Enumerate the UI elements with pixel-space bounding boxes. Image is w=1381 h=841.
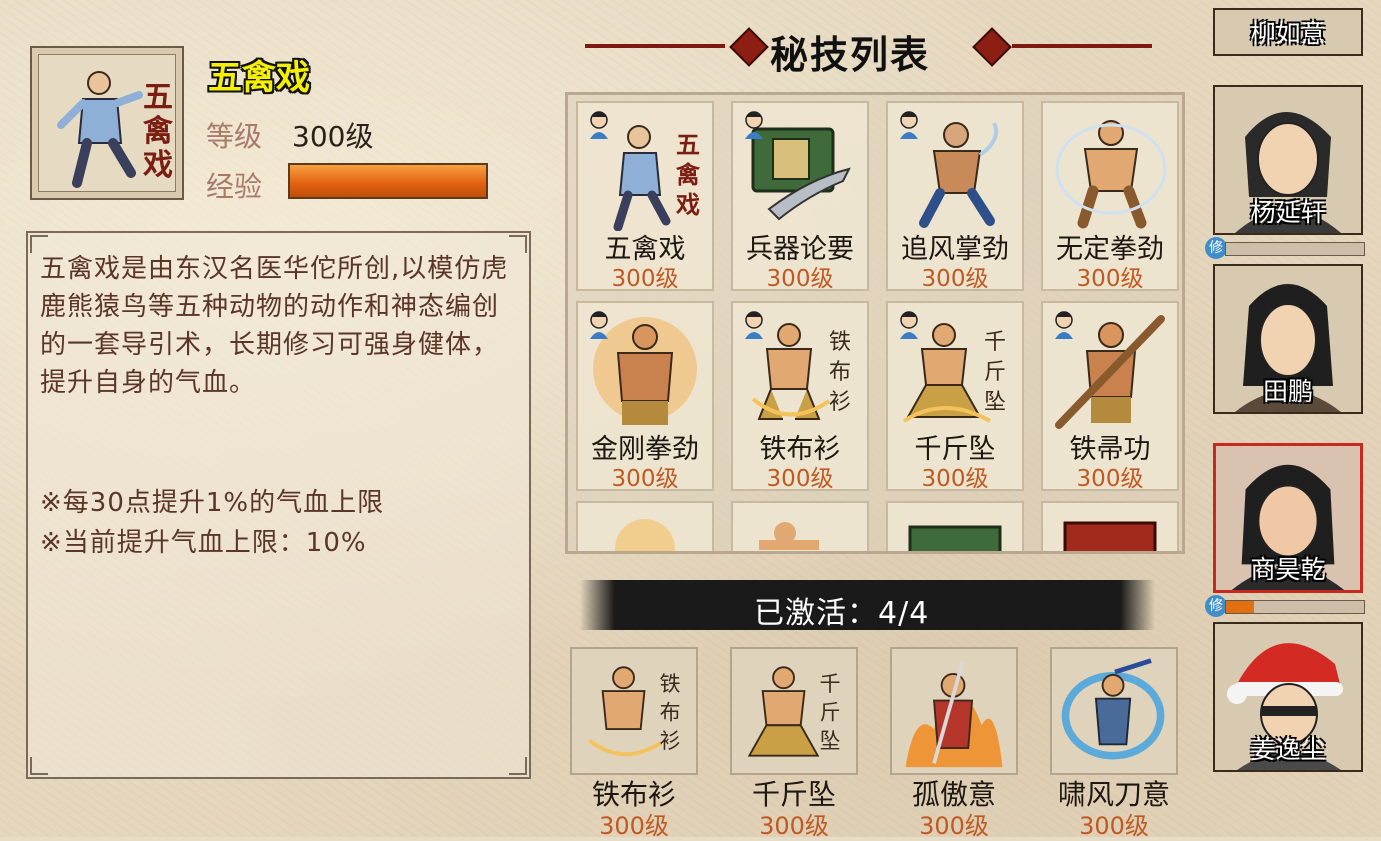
activated-skill-level: 300级 <box>919 812 989 840</box>
svg-text:布: 布 <box>660 701 681 725</box>
cultivation-icon: 修 <box>1205 595 1227 617</box>
skill-card-level: 300级 <box>1076 466 1144 492</box>
skill-card-level: 300级 <box>611 266 679 292</box>
roster-character[interactable]: 柳如意 <box>1213 8 1363 56</box>
disciple-badge-icon <box>745 311 763 339</box>
activated-skill-slot[interactable]: 千 斤 坠 <box>730 647 858 775</box>
character-name: 杨延轩 <box>1250 198 1326 227</box>
activated-skill-slot[interactable] <box>890 647 1018 775</box>
skill-card[interactable]: 铁帚功 300级 <box>1041 301 1179 492</box>
exp-label: 经验 <box>206 170 263 203</box>
skill-card[interactable]: 追风掌劲 300级 <box>886 101 1024 292</box>
skill-card[interactable]: 千 斤 坠 千斤坠 300级 <box>886 301 1024 492</box>
skill-card-partial[interactable] <box>1041 501 1179 551</box>
title-ornament-right <box>1012 44 1152 48</box>
character-name: 田鹏 <box>1262 377 1313 406</box>
iron-shirt-fighter-icon: 铁 布 衫 <box>588 666 681 757</box>
svg-text:禽: 禽 <box>142 114 174 149</box>
svg-text:五: 五 <box>143 80 173 115</box>
level-label: 等级 <box>206 120 263 153</box>
svg-text:斤: 斤 <box>820 701 841 725</box>
glowing-fighter-icon <box>615 519 675 551</box>
roster-character[interactable]: 田鹏 <box>1213 264 1363 414</box>
skill-card-level: 300级 <box>1076 266 1144 292</box>
skill-description: 五禽戏是由东汉名医华佗所创,以模仿虎鹿熊猿鸟等五种动物的动作和神态编创的一套导引… <box>40 254 509 398</box>
red-manual-book-icon <box>1063 521 1157 551</box>
skill-card[interactable]: 兵器论要 300级 <box>731 101 869 292</box>
thousand-jin-fighter-icon: 千 斤 坠 <box>747 666 841 757</box>
manual-book-icon <box>908 525 1002 551</box>
character-name: 柳如意 <box>1250 19 1326 48</box>
svg-text:衫: 衫 <box>829 390 851 415</box>
svg-text:禽: 禽 <box>675 160 701 189</box>
activated-skill-slot[interactable] <box>1050 647 1178 775</box>
activated-skill-level: 300级 <box>759 812 829 840</box>
skill-card-level: 300级 <box>766 466 834 492</box>
activated-skill-level: 300级 <box>599 812 669 840</box>
activated-skill-level: 300级 <box>1079 812 1149 840</box>
svg-text:衫: 衫 <box>660 729 681 753</box>
cultivation-icon: 修 <box>1205 237 1227 259</box>
svg-text:铁: 铁 <box>829 330 851 355</box>
note-per-30: ※每30点提升1%的气血上限 <box>40 488 385 518</box>
svg-text:戏: 戏 <box>675 190 700 219</box>
activated-skill-slot[interactable]: 铁 布 衫 <box>570 647 698 775</box>
roster-character-selected[interactable]: 商昊乾 <box>1213 443 1363 593</box>
skill-card-level: 300级 <box>766 266 834 292</box>
svg-text:斤: 斤 <box>984 360 1006 385</box>
note-current-bonus: ※当前提升气血上限：10% <box>40 528 367 558</box>
skill-card-partial[interactable] <box>731 501 869 551</box>
roster-character[interactable]: 姜逸尘 <box>1213 622 1363 772</box>
svg-text:坠: 坠 <box>984 390 1006 415</box>
disciple-badge-icon <box>900 111 918 139</box>
skill-card-level: 300级 <box>921 466 989 492</box>
svg-text:千: 千 <box>820 672 841 696</box>
fighter-icon <box>759 522 819 550</box>
disciple-badge-icon <box>745 111 763 139</box>
skill-card[interactable]: 金刚拳劲 300级 <box>576 301 714 492</box>
wind-blade-swordsman-icon <box>1061 658 1165 760</box>
skill-card[interactable]: 无定拳劲 300级 <box>1041 101 1179 292</box>
cultivation-bar: 修 <box>1205 237 1365 259</box>
skill-list-title: 秘技列表 <box>770 33 931 77</box>
skill-card[interactable]: 铁 布 衫 铁布衫 300级 <box>731 301 869 492</box>
character-name: 姜逸尘 <box>1250 735 1326 764</box>
disciple-badge-icon <box>1055 311 1073 339</box>
exp-bar <box>288 163 488 199</box>
skill-card-level: 300级 <box>921 266 989 292</box>
activated-count: 已激活：4/4 <box>754 596 930 631</box>
svg-text:坠: 坠 <box>820 729 841 753</box>
skill-card[interactable]: 五 禽 戏 五禽戏 300级 <box>576 101 714 292</box>
skill-card-partial[interactable] <box>886 501 1024 551</box>
character-name: 商昊乾 <box>1250 555 1326 584</box>
disciple-badge-icon <box>590 111 608 139</box>
skill-card-level: 300级 <box>611 466 679 492</box>
disciple-badge-icon <box>900 311 918 339</box>
roster-character[interactable]: 杨延轩 <box>1213 85 1363 235</box>
title-ornament-left <box>585 44 725 48</box>
skill-grid[interactable]: 五 禽 戏 五禽戏 300级 兵器论要 300级 追风掌劲 300级 无定拳劲 … <box>565 92 1185 554</box>
level-value: 300级 <box>292 120 374 153</box>
svg-text:布: 布 <box>829 360 851 385</box>
selected-skill-icon-frame: 五 禽 戏 <box>30 46 184 200</box>
lone-pride-swordsman-icon <box>905 661 1003 768</box>
svg-text:戏: 戏 <box>142 148 173 183</box>
svg-text:五: 五 <box>676 130 700 159</box>
cultivation-bar: 修 <box>1205 595 1365 617</box>
skill-card-partial[interactable] <box>576 501 714 551</box>
disciple-badge-icon <box>590 311 608 339</box>
crane-form-fighter-icon: 五 禽 戏 <box>57 71 174 188</box>
svg-text:千: 千 <box>984 330 1006 355</box>
svg-text:铁: 铁 <box>660 672 681 696</box>
skill-name: 五禽戏 <box>208 58 310 98</box>
fist-fighter-icon <box>1055 120 1167 229</box>
